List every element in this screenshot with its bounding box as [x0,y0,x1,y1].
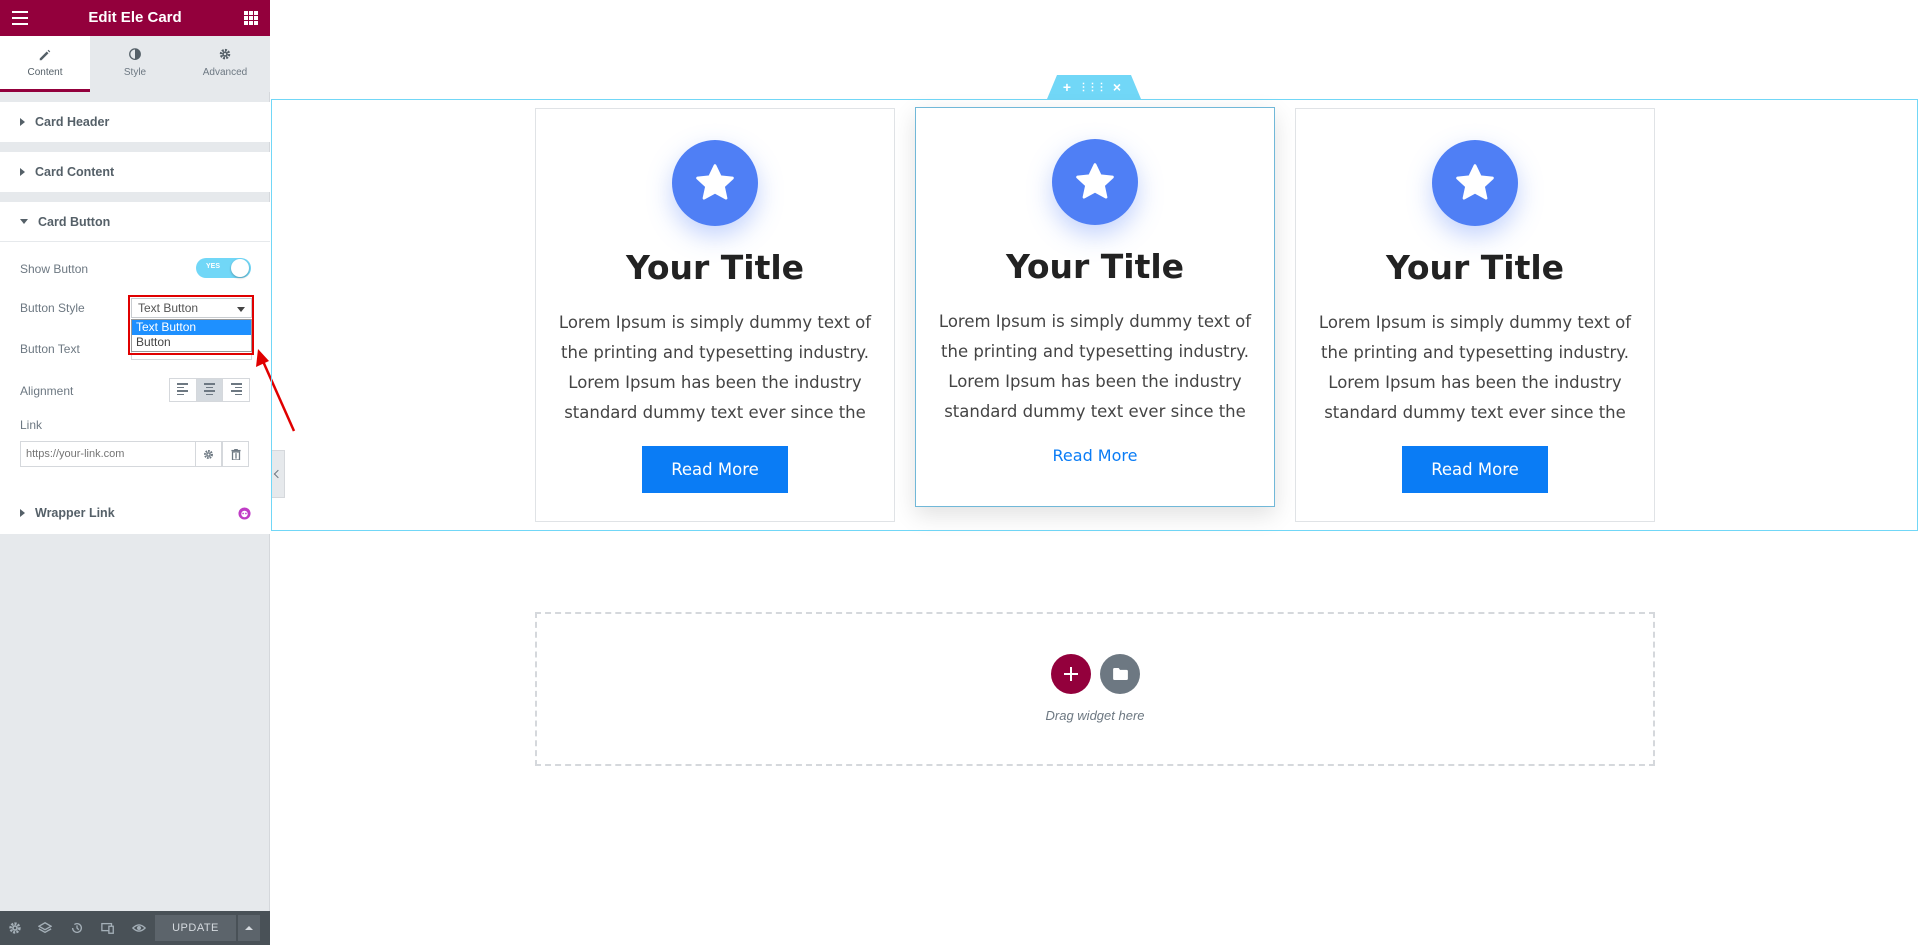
caret-right-icon [20,509,25,517]
link-options-button[interactable] [195,441,222,467]
drag-widget-hint: Drag widget here [1045,708,1145,723]
caret-right-icon [20,118,25,126]
read-more-button[interactable]: Read More [642,446,788,493]
star-icon [1432,140,1518,226]
align-right-button[interactable] [223,379,249,401]
button-style-select[interactable]: Text Button [131,298,252,318]
editor-header: Edit Ele Card [0,0,270,36]
preview-eye-icon[interactable] [132,921,146,935]
read-more-text-link[interactable]: Read More [916,446,1274,465]
show-button-label: Show Button [20,262,89,276]
card-2[interactable]: Your Title Lorem Ipsum is simply dummy t… [915,107,1275,507]
panel-title: Edit Ele Card [88,9,182,26]
align-left-button[interactable] [170,379,197,401]
empty-drop-zone[interactable] [535,612,1655,766]
align-right-icon [230,383,242,397]
tab-style[interactable]: Style [90,36,180,92]
widgets-grid-icon[interactable] [244,11,258,25]
half-circle-icon [129,48,141,61]
alignment-label: Alignment [20,384,74,398]
section-card-content[interactable]: Card Content [0,152,270,192]
align-left-icon [177,383,189,397]
gear-icon [204,449,213,459]
star-icon [672,140,758,226]
settings-gear-icon[interactable] [8,921,22,935]
section-wrapper-link[interactable]: Wrapper Link [0,492,270,534]
layers-icon[interactable] [38,921,52,935]
folder-icon [1112,668,1128,680]
button-text-label: Button Text [20,342,80,356]
drag-section-icon[interactable]: ⋮⋮⋮ [1079,79,1107,95]
section-card-header-label: Card Header [35,115,110,129]
card-title: Your Title [1385,248,1565,287]
tab-content[interactable]: Content [0,36,90,92]
section-card-content-label: Card Content [35,165,115,179]
toggle-yes-label: YES [206,263,221,270]
gear-icon [219,48,231,60]
link-input[interactable] [20,441,196,467]
card-1[interactable]: Your Title Lorem Ipsum is simply dummy t… [535,108,895,522]
tab-content-label: Content [27,67,63,78]
read-more-button[interactable]: Read More [1402,446,1548,493]
trash-icon [230,448,241,460]
dropdown-arrow-icon [237,307,245,312]
section-card-header[interactable]: Card Header [0,102,270,142]
update-button[interactable]: UPDATE [155,915,236,941]
card-description: Lorem Ipsum is simply dummy text of the … [558,313,872,422]
section-card-button-label: Card Button [38,215,111,229]
delete-section-icon[interactable]: × [1109,79,1125,95]
card-description: Lorem Ipsum is simply dummy text of the … [938,312,1252,421]
add-new-section-button[interactable] [1051,654,1091,694]
pro-badge-icon [238,507,251,520]
link-clear-button[interactable] [222,441,249,467]
pencil-icon [39,49,51,61]
tab-style-label: Style [123,67,147,78]
section-card-button-header[interactable]: Card Button [0,202,270,242]
alignment-control [169,378,250,402]
add-template-button[interactable] [1100,654,1140,694]
update-options-button[interactable] [238,915,260,941]
button-style-selected-value: Text Button [138,301,199,315]
card-description: Lorem Ipsum is simply dummy text of the … [1318,313,1632,422]
toggle-knob [231,259,249,277]
option-button[interactable]: Button [132,335,251,350]
tab-advanced-label: Advanced [202,67,248,78]
star-icon [1052,139,1138,225]
responsive-mode-icon[interactable] [101,921,115,935]
card-title: Your Title [1005,247,1185,286]
button-style-dropdown: Text Button Button [131,319,252,352]
caret-right-icon [20,168,25,176]
link-label: Link [20,418,43,432]
editor-footer: UPDATE [0,911,270,945]
add-section-icon[interactable]: + [1059,79,1075,95]
history-icon[interactable] [70,921,84,935]
caret-down-icon [20,219,28,224]
show-button-toggle[interactable]: YES [196,258,251,278]
button-style-label: Button Style [20,301,85,315]
card-title: Your Title [625,248,805,287]
panel-tabs: Content Style Advanced [0,36,270,92]
editor-panel: Edit Ele Card Content Style Advanced Car… [0,0,270,945]
option-text-button[interactable]: Text Button [132,320,251,335]
card-3[interactable]: Your Title Lorem Ipsum is simply dummy t… [1295,108,1655,522]
section-wrapper-link-label: Wrapper Link [35,506,115,520]
tab-advanced[interactable]: Advanced [180,36,270,92]
section-handle: + ⋮⋮⋮ × [1047,75,1141,99]
align-center-icon [204,383,215,397]
align-center-button[interactable] [196,379,224,401]
